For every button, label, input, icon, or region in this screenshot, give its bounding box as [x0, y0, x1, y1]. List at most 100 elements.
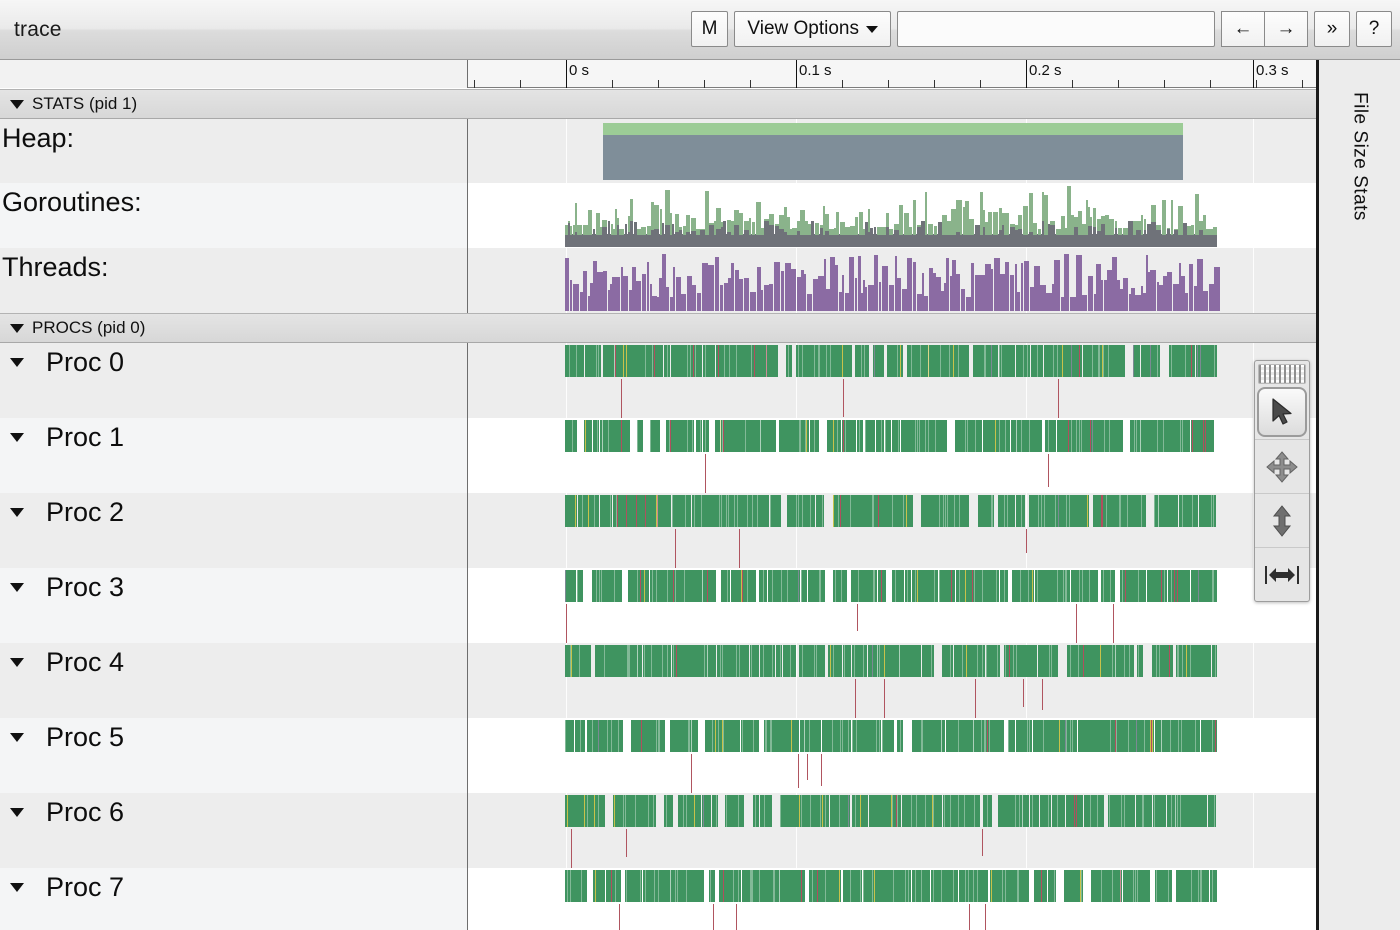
proc-slice-block[interactable]: [1137, 645, 1143, 677]
proc-slice-block[interactable]: [584, 420, 592, 452]
proc-slice-block[interactable]: [664, 345, 670, 377]
track-canvas[interactable]: [468, 343, 1316, 418]
track-label-cell[interactable]: Proc 3: [0, 568, 468, 643]
proc-slice-block[interactable]: [603, 345, 663, 377]
thread-bar[interactable]: [647, 262, 649, 311]
goroutine-bar[interactable]: [752, 222, 755, 235]
proc-slice-block[interactable]: [606, 870, 621, 902]
thread-bar[interactable]: [720, 285, 723, 311]
proc-slice-block[interactable]: [613, 795, 656, 827]
proc-slice-block[interactable]: [912, 570, 938, 602]
proc-slice-block[interactable]: [922, 645, 934, 677]
proc-slice-block[interactable]: [1045, 420, 1056, 452]
thread-bar[interactable]: [642, 274, 646, 311]
proc-slice-block[interactable]: [595, 645, 642, 677]
track-canvas[interactable]: [468, 793, 1316, 868]
chevron-down-icon[interactable]: [10, 883, 24, 892]
proc-slice-block[interactable]: [921, 495, 969, 527]
ruler-track[interactable]: 0 s 0.1 s 0.2 s 0.3 s: [468, 60, 1316, 88]
proc-slice-block[interactable]: [759, 570, 767, 602]
goroutine-bar[interactable]: [889, 229, 893, 235]
thread-bar[interactable]: [744, 278, 749, 311]
proc-slice-block[interactable]: [705, 720, 740, 752]
range-select-tool[interactable]: [1255, 547, 1309, 601]
thread-bar[interactable]: [804, 274, 806, 311]
goroutine-runnable-bar[interactable]: [1167, 229, 1170, 235]
proc-slice-block[interactable]: [810, 420, 819, 452]
proc-slice-block[interactable]: [1210, 870, 1217, 902]
proc-slice-block[interactable]: [1038, 645, 1058, 677]
proc-event-tick[interactable]: [626, 829, 627, 857]
proc-slice-block[interactable]: [600, 495, 612, 527]
proc-slice-block[interactable]: [1016, 345, 1030, 377]
thread-bar[interactable]: [666, 287, 669, 311]
proc-slice-block[interactable]: [709, 870, 715, 902]
proc-event-tick[interactable]: [1058, 379, 1059, 418]
proc-slice-block[interactable]: [731, 570, 756, 602]
proc-slice-block[interactable]: [1167, 795, 1207, 827]
track-row-proc-2[interactable]: Proc 2: [0, 493, 1316, 568]
proc-slice-block[interactable]: [725, 795, 744, 827]
proc-slice-block[interactable]: [905, 570, 911, 602]
thread-bar[interactable]: [636, 281, 641, 311]
thread-bar[interactable]: [807, 294, 812, 311]
proc-slice-block[interactable]: [865, 420, 875, 452]
proc-slice-block[interactable]: [764, 720, 799, 752]
pan-tool[interactable]: [1255, 439, 1309, 493]
goroutine-bar[interactable]: [836, 212, 839, 235]
goroutine-runnable-bar[interactable]: [1115, 228, 1117, 235]
goroutine-bar[interactable]: [570, 226, 572, 235]
proc-slice-block[interactable]: [1136, 795, 1152, 827]
proc-event-tick[interactable]: [975, 679, 976, 718]
proc-slice-block[interactable]: [666, 420, 694, 452]
proc-slice-block[interactable]: [1057, 420, 1123, 452]
proc-slice-block[interactable]: [843, 645, 851, 677]
file-size-stats-label[interactable]: File Size Stats: [1349, 92, 1371, 221]
proc-event-tick[interactable]: [739, 529, 740, 568]
thread-bar[interactable]: [874, 255, 878, 311]
proc-slice-block[interactable]: [672, 645, 716, 677]
goroutine-bar[interactable]: [1004, 213, 1009, 235]
proc-slice-block[interactable]: [565, 870, 587, 902]
proc-slice-block[interactable]: [822, 720, 851, 752]
track-canvas[interactable]: [468, 643, 1316, 718]
thread-bar[interactable]: [781, 271, 784, 311]
proc-slice-block[interactable]: [1064, 870, 1083, 902]
proc-event-tick[interactable]: [982, 829, 983, 856]
track-row-proc-0[interactable]: Proc 0: [0, 343, 1316, 418]
thread-bar[interactable]: [913, 262, 916, 311]
track-canvas[interactable]: [468, 493, 1316, 568]
thread-bar[interactable]: [1203, 291, 1208, 311]
goroutine-runnable-bar[interactable]: [1018, 229, 1022, 235]
proc-event-tick[interactable]: [713, 904, 714, 930]
thread-bar[interactable]: [623, 276, 628, 311]
track-row-proc-5[interactable]: Proc 5: [0, 718, 1316, 793]
proc-slice-block[interactable]: [628, 570, 649, 602]
group-header-procs[interactable]: PROCS (pid 0): [0, 313, 1316, 343]
goroutine-bar[interactable]: [815, 223, 819, 235]
track-canvas[interactable]: [468, 568, 1316, 643]
proc-slice-block[interactable]: [1141, 345, 1160, 377]
thread-bar[interactable]: [774, 262, 780, 311]
thread-bar[interactable]: [1054, 260, 1060, 311]
track-row-proc-1[interactable]: Proc 1: [0, 418, 1316, 493]
proc-slice-block[interactable]: [1040, 795, 1051, 827]
proc-slice-block[interactable]: [702, 795, 711, 827]
proc-slice-block[interactable]: [1084, 795, 1104, 827]
proc-event-tick[interactable]: [571, 829, 572, 868]
proc-event-tick[interactable]: [969, 904, 970, 930]
thread-bar[interactable]: [583, 271, 587, 311]
goroutine-runnable-bar[interactable]: [630, 221, 633, 235]
proc-slice-block[interactable]: [1191, 570, 1217, 602]
proc-slice-block[interactable]: [1155, 720, 1200, 752]
proc-slice-block[interactable]: [753, 795, 759, 827]
proc-slice-block[interactable]: [1147, 570, 1167, 602]
thread-bar[interactable]: [855, 278, 857, 311]
proc-slice-block[interactable]: [990, 870, 1029, 902]
goroutine-runnable-bar[interactable]: [679, 230, 682, 235]
proc-slice-block[interactable]: [1133, 345, 1140, 377]
proc-slice-block[interactable]: [939, 570, 955, 602]
proc-slice-block[interactable]: [902, 795, 942, 827]
thread-bar[interactable]: [1005, 262, 1009, 311]
goroutine-bar[interactable]: [855, 217, 858, 235]
